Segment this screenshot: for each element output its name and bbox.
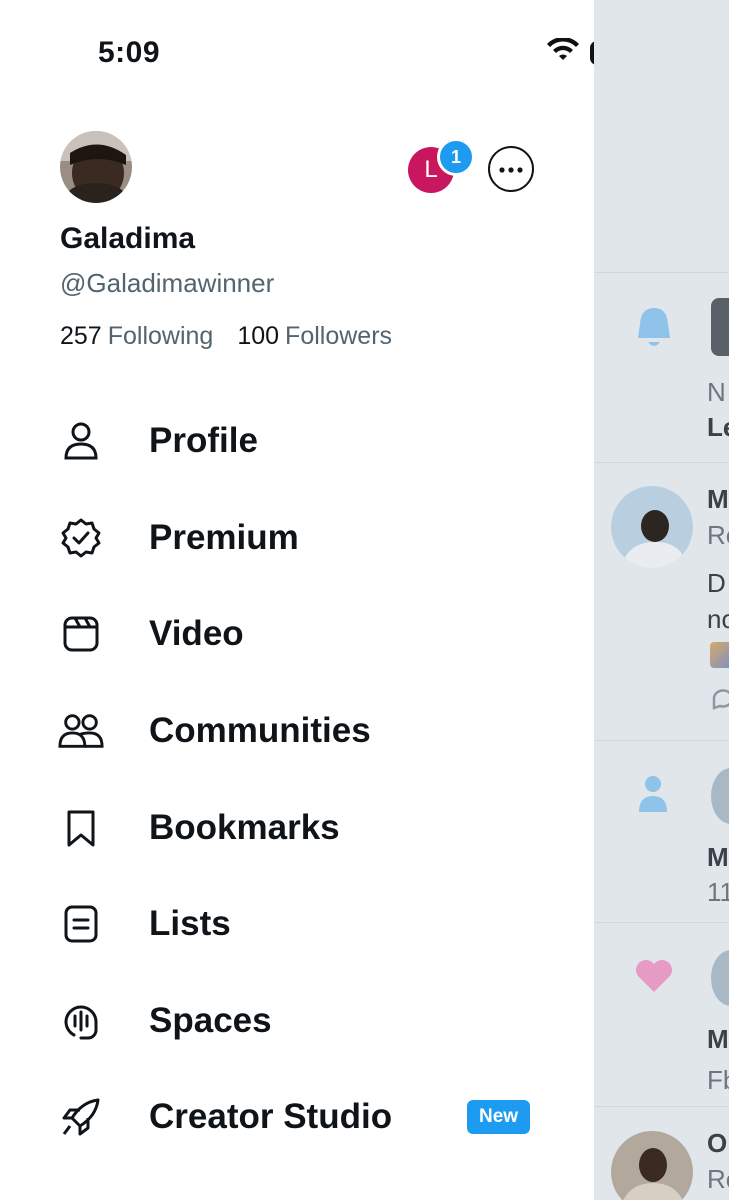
- menu-item-spaces[interactable]: Spaces: [0, 973, 594, 1070]
- menu-label-profile: Profile: [149, 421, 258, 461]
- person-icon: [58, 418, 104, 464]
- verified-badge-icon: [58, 515, 104, 561]
- list-icon: [58, 901, 104, 947]
- bg-fragment-6: no: [707, 604, 729, 634]
- tweet-avatar-2: [611, 1131, 693, 1200]
- emoji-icon: [710, 642, 729, 668]
- dimmed-timeline[interactable]: N Le M Re D no M 11 M Fb O Re: [594, 0, 729, 1200]
- bg-fragment-10: Fb: [707, 1065, 729, 1095]
- follow-person-icon: [637, 774, 669, 819]
- menu-label-bookmarks: Bookmarks: [149, 807, 340, 847]
- drawer-menu: Profile Premium Video Communities Bookma…: [0, 393, 594, 1166]
- video-icon: [58, 611, 104, 657]
- account-notification-badge: 1: [437, 138, 475, 176]
- menu-label-lists: Lists: [149, 904, 231, 944]
- new-badge: New: [467, 1100, 531, 1135]
- profile-avatar[interactable]: [60, 131, 132, 203]
- bookmark-icon: [58, 805, 104, 851]
- menu-item-communities[interactable]: Communities: [0, 683, 594, 780]
- bg-fragment-5: D: [707, 568, 726, 598]
- spaces-icon: [58, 998, 104, 1044]
- liker-avatar: [711, 950, 729, 1006]
- bg-fragment-7: M: [707, 842, 729, 872]
- bg-fragment-8: 11: [707, 877, 729, 907]
- follow-stats: 257 Following 100 Followers: [60, 322, 392, 351]
- reply-icon: [710, 686, 729, 715]
- menu-label-premium: Premium: [149, 517, 299, 557]
- menu-label-creator-studio: Creator Studio: [149, 1097, 393, 1137]
- followers-label: Followers: [285, 322, 393, 350]
- rocket-icon: [58, 1094, 104, 1140]
- menu-item-video[interactable]: Video: [0, 586, 594, 683]
- bg-fragment-1: N: [707, 377, 726, 407]
- status-time: 5:09: [98, 36, 161, 69]
- app-logo-icon: [711, 298, 729, 356]
- heart-icon: [634, 958, 674, 999]
- side-drawer: 5:09 54 L 1 Galadima @Galadimawinner 257…: [0, 0, 635, 1200]
- menu-label-communities: Communities: [149, 711, 371, 751]
- wifi-icon: [546, 36, 580, 69]
- bg-fragment-3: M: [707, 484, 729, 514]
- followers-link[interactable]: 100 Followers: [237, 322, 392, 351]
- bg-fragment-12: Re: [707, 1164, 729, 1194]
- following-label: Following: [107, 322, 214, 350]
- ellipsis-icon: [499, 160, 523, 178]
- menu-item-bookmarks[interactable]: Bookmarks: [0, 779, 594, 876]
- tweet-avatar: [611, 486, 693, 568]
- menu-item-lists[interactable]: Lists: [0, 876, 594, 973]
- menu-item-creator-studio[interactable]: Creator Studio New: [0, 1069, 594, 1166]
- menu-item-profile[interactable]: Profile: [0, 393, 594, 490]
- profile-handle: @Galadimawinner: [60, 268, 275, 298]
- bg-fragment-2: Le: [707, 412, 729, 442]
- following-count: 257: [60, 322, 102, 350]
- bg-fragment-11: O: [707, 1128, 728, 1158]
- profile-name[interactable]: Galadima: [60, 222, 195, 256]
- more-options-button[interactable]: [488, 146, 534, 192]
- communities-icon: [58, 708, 104, 754]
- menu-label-spaces: Spaces: [149, 1000, 272, 1040]
- bell-icon: [634, 306, 674, 355]
- follower-avatar: [711, 768, 729, 824]
- menu-item-premium[interactable]: Premium: [0, 490, 594, 587]
- menu-label-video: Video: [149, 614, 244, 654]
- following-link[interactable]: 257 Following: [60, 322, 213, 351]
- bg-fragment-9: M: [707, 1024, 729, 1054]
- followers-count: 100: [237, 322, 280, 350]
- bg-fragment-4: Re: [707, 520, 729, 550]
